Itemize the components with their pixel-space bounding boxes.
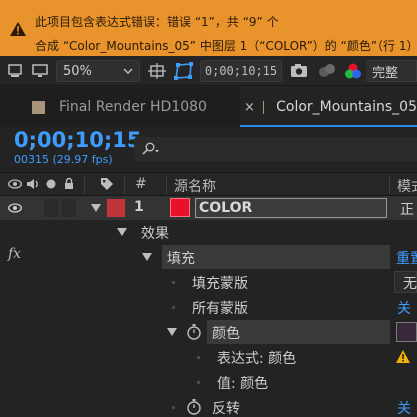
expression-label: 表达式: 颜色 bbox=[217, 351, 297, 367]
tree-dot bbox=[197, 356, 200, 359]
layer-label-color[interactable] bbox=[107, 199, 125, 217]
effects-label: 效果 bbox=[141, 226, 169, 242]
effects-expand-arrow[interactable] bbox=[117, 228, 127, 236]
value-label: 值: 颜色 bbox=[217, 376, 269, 392]
layer-search-input[interactable] bbox=[134, 137, 417, 161]
fx-icon[interactable]: fx bbox=[8, 246, 21, 262]
close-icon[interactable]: × bbox=[244, 100, 255, 115]
fill-mask-label: 填充蒙版 bbox=[192, 276, 248, 292]
label-tag-icon[interactable] bbox=[100, 177, 114, 191]
layer-row[interactable]: 1 COLOR 正 bbox=[0, 196, 417, 220]
all-masks-label: 所有蒙版 bbox=[192, 301, 248, 317]
fill-mask-row[interactable]: 填充蒙版 无 bbox=[0, 270, 417, 294]
stopwatch-icon[interactable] bbox=[186, 398, 202, 415]
all-masks-value[interactable]: 关 bbox=[397, 298, 411, 318]
chevron-down-icon bbox=[123, 68, 133, 74]
lock-icon[interactable] bbox=[64, 177, 74, 190]
fill-effect-name-bg: 填充 bbox=[162, 245, 390, 269]
lock-switch[interactable] bbox=[62, 199, 76, 217]
always-preview-icon[interactable] bbox=[8, 64, 22, 78]
warning-icon bbox=[10, 22, 26, 36]
color-channels-icon[interactable] bbox=[344, 62, 362, 80]
stopwatch-icon[interactable] bbox=[186, 323, 202, 340]
column-separator bbox=[124, 176, 125, 194]
warning-line-1: 此项目包含表达式错误：错误 “1”，共 “9” 个 bbox=[35, 15, 279, 29]
current-time-display[interactable]: 0;00;10;15 bbox=[14, 128, 141, 152]
camera-snapshot-icon[interactable] bbox=[290, 63, 308, 78]
tab-final-render[interactable]: Final Render HD1080 bbox=[32, 87, 207, 127]
viewer-timecode[interactable]: 0;00;10;15 bbox=[200, 60, 282, 82]
monitor-icon[interactable] bbox=[32, 64, 48, 78]
invert-value[interactable]: 关 bbox=[397, 398, 411, 417]
reset-link[interactable]: 重置 bbox=[396, 248, 417, 268]
frame-count: 00315 (29.97 fps) bbox=[14, 153, 113, 166]
layer-column-header: # 源名称 模式 bbox=[0, 172, 417, 196]
eye-icon[interactable] bbox=[8, 203, 22, 213]
expression-error-banner[interactable]: 此项目包含表达式错误：错误 “1”，共 “9” 个 合成 “Color_Moun… bbox=[0, 0, 417, 56]
layer-mode[interactable]: 正 bbox=[400, 199, 414, 219]
eye-icon[interactable] bbox=[8, 179, 22, 189]
color-property-row[interactable]: 颜色 bbox=[0, 320, 417, 344]
zoom-dropdown[interactable]: 50% bbox=[56, 60, 140, 82]
invert-label: 反转 bbox=[212, 401, 240, 417]
color-swatch[interactable] bbox=[396, 322, 417, 342]
solo-icon[interactable] bbox=[46, 179, 56, 189]
solo-switch[interactable] bbox=[44, 199, 58, 217]
column-mode[interactable]: 模式 bbox=[397, 176, 417, 196]
viewer-toolbar: 50% 0;00;10;15 完整 bbox=[0, 56, 417, 86]
layer-name-field[interactable]: COLOR bbox=[195, 198, 387, 218]
composition-icon bbox=[262, 100, 265, 114]
show-snapshot-icon[interactable] bbox=[318, 63, 336, 78]
column-number[interactable]: # bbox=[135, 176, 147, 192]
active-tab-indicator bbox=[240, 125, 417, 127]
column-separator bbox=[389, 176, 390, 194]
tree-dot bbox=[197, 381, 200, 384]
resolution-dropdown[interactable]: 完整 bbox=[366, 60, 417, 82]
fill-effect-name: 填充 bbox=[167, 251, 195, 267]
color-property-name: 颜色 bbox=[212, 326, 240, 342]
expression-row[interactable]: 表达式: 颜色 bbox=[0, 345, 417, 369]
layer-number: 1 bbox=[134, 199, 144, 215]
zoom-value: 50% bbox=[63, 63, 92, 79]
tab-color-mountains[interactable]: × Color_Mountains_05 bbox=[240, 87, 417, 127]
color-expand-arrow[interactable] bbox=[167, 328, 177, 336]
value-row[interactable]: 值: 颜色 bbox=[0, 370, 417, 394]
warning-line-2: 合成 “Color_Mountains_05” 中图层 1（“COLOR”）的 … bbox=[35, 39, 417, 53]
fill-expand-arrow[interactable] bbox=[142, 253, 152, 261]
column-source-name[interactable]: 源名称 bbox=[174, 176, 216, 196]
tree-dot bbox=[172, 306, 175, 309]
timeline-tab-bar: Final Render HD1080 × Color_Mountains_05 bbox=[0, 87, 417, 127]
invert-row[interactable]: 反转 关 bbox=[0, 395, 417, 417]
region-of-interest-icon[interactable] bbox=[148, 63, 166, 79]
tree-dot bbox=[172, 406, 175, 409]
composition-icon bbox=[32, 100, 45, 114]
transparency-grid-icon[interactable] bbox=[174, 62, 194, 80]
color-property-name-bg: 颜色 bbox=[207, 320, 390, 344]
expression-error-icon[interactable] bbox=[396, 350, 410, 363]
tab-label: Color_Mountains_05 bbox=[276, 99, 417, 115]
solid-color-swatch[interactable] bbox=[170, 198, 190, 217]
tree-dot bbox=[172, 281, 175, 284]
fill-mask-value: 无 bbox=[403, 276, 417, 292]
column-separator bbox=[166, 176, 167, 194]
layer-expand-arrow[interactable] bbox=[91, 204, 101, 212]
column-separator bbox=[84, 176, 85, 194]
fill-effect-row[interactable]: fx 填充 重置 bbox=[0, 245, 417, 269]
fill-mask-dropdown[interactable]: 无 bbox=[394, 271, 417, 293]
search-icon bbox=[142, 142, 159, 155]
layer-name: COLOR bbox=[199, 200, 253, 216]
tab-label: Final Render HD1080 bbox=[59, 99, 207, 115]
audio-icon[interactable] bbox=[26, 178, 40, 190]
all-masks-row[interactable]: 所有蒙版 关 bbox=[0, 295, 417, 319]
effects-group-row[interactable]: 效果 bbox=[0, 220, 417, 244]
